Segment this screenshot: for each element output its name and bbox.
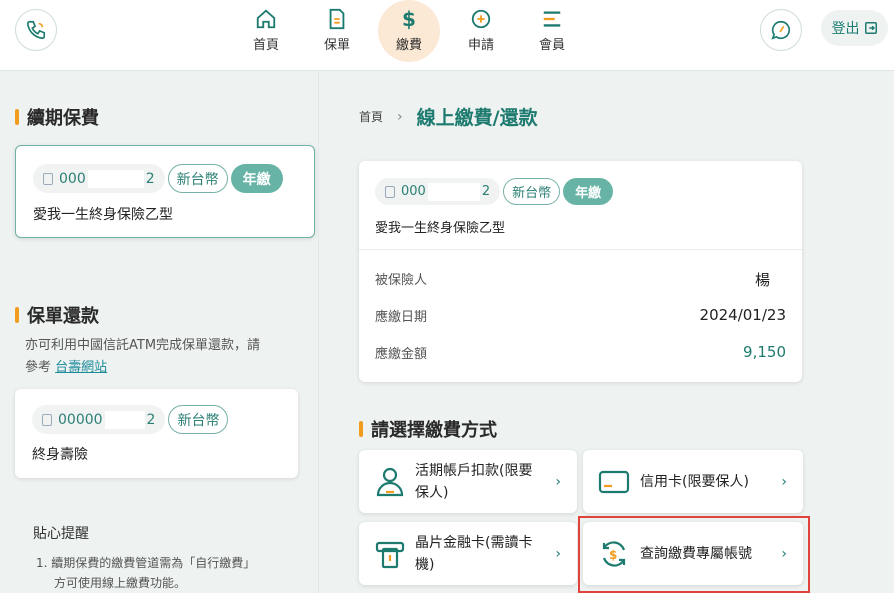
masked-number xyxy=(87,169,144,188)
insured-label: 被保險人 xyxy=(375,273,428,288)
pay-method-chip-card[interactable]: 晶片金融卡(需讀卡機) › xyxy=(359,522,577,585)
currency-tag: 新台幣 xyxy=(503,178,561,205)
policy-number-suffix: 2 xyxy=(481,184,491,199)
renewal-policy-card[interactable]: 000 2 新台幣 年繳 愛我一生終身保險乙型 xyxy=(15,145,315,238)
frequency-tag: 年繳 xyxy=(563,178,614,205)
breadcrumb: 首頁 › 線上繳費/還款 xyxy=(359,103,538,130)
tips-text: 1. 續期保費的繳費管道需為「自行繳費」 方可使用線上繳費功能。 xyxy=(36,553,255,593)
chat-bubble-icon xyxy=(771,20,790,40)
nav-policy[interactable]: 保單 xyxy=(307,0,367,62)
phone-button[interactable] xyxy=(15,9,57,51)
masked-number xyxy=(427,182,480,201)
chevron-right-icon: › xyxy=(555,545,561,562)
policy-number-chip: 00000 2 xyxy=(32,405,166,434)
logout-label: 登出 xyxy=(831,21,860,37)
highlight-box xyxy=(578,516,810,593)
document-icon xyxy=(329,8,345,30)
card-divider xyxy=(359,249,802,250)
amount-row: 應繳金額 9,150 xyxy=(375,343,786,362)
logout-button[interactable]: 登出 xyxy=(821,10,888,46)
policy-number-prefix: 000 xyxy=(59,170,86,187)
phone-icon xyxy=(26,20,46,40)
logout-icon xyxy=(864,22,877,34)
tips-line1: 1. 續期保費的繳費管道需為「自行繳費」 xyxy=(36,556,256,570)
policy-detail-card: 000 2 新台幣 年繳 愛我一生終身保險乙型 被保險人 楊 應繳日期 2024… xyxy=(359,161,802,382)
product-name: 終身壽險 xyxy=(32,447,88,463)
pay-method-label: 活期帳戶扣款(限要保人) xyxy=(415,462,533,501)
chevron-right-icon: › xyxy=(781,473,787,490)
nav-home[interactable]: 首頁 xyxy=(236,0,296,62)
currency-tag: 新台幣 xyxy=(167,164,228,193)
menu-icon xyxy=(543,11,561,27)
amount-value: 9,150 xyxy=(743,343,786,361)
nav-member[interactable]: 會員 xyxy=(522,0,582,62)
policy-doc-icon xyxy=(385,185,395,198)
nav-member-label: 會員 xyxy=(538,38,565,53)
product-name: 愛我一生終身保險乙型 xyxy=(33,207,173,223)
pay-method-credit-card[interactable]: 信用卡(限要保人) › xyxy=(583,450,803,513)
policy-number-chip: 000 2 xyxy=(33,164,165,193)
renewal-title-text: 續期保費 xyxy=(27,108,99,129)
top-header: 首頁 保單 $ 繳費 申請 會員 登出 xyxy=(0,0,894,71)
payment-method-title: 請選擇繳費方式 xyxy=(359,416,497,442)
credit-card-icon xyxy=(597,465,631,499)
title-accent-bar xyxy=(15,307,19,323)
nav-home-label: 首頁 xyxy=(252,38,279,53)
policy-number-prefix: 000 xyxy=(401,184,426,199)
tips-line2: 方可使用線上繳費功能。 xyxy=(54,576,187,590)
pay-method-label: 晶片金融卡(需讀卡機) xyxy=(415,534,533,573)
insured-value: 楊 xyxy=(754,271,770,289)
tips-title: 貼心提醒 xyxy=(33,526,89,542)
dollar-icon: $ xyxy=(402,7,416,31)
nav-apply-label: 申請 xyxy=(467,38,494,53)
renewal-section-title: 續期保費 xyxy=(15,104,99,130)
due-date-label: 應繳日期 xyxy=(375,310,428,325)
currency-tag: 新台幣 xyxy=(168,405,229,434)
taiwan-life-website-link[interactable]: 台壽網站 xyxy=(55,360,107,375)
masked-number xyxy=(104,410,145,429)
nav-policy-label: 保單 xyxy=(323,38,350,53)
due-date-value: 2024/01/23 xyxy=(699,306,786,324)
loan-note-line2: 參考 xyxy=(25,360,52,375)
card-reader-icon xyxy=(373,537,407,571)
policy-number-prefix: 00000 xyxy=(58,411,103,428)
policy-number-chip: 000 2 xyxy=(375,178,501,205)
policy-doc-icon xyxy=(42,413,52,426)
account-user-icon xyxy=(373,465,407,499)
due-date-row: 應繳日期 2024/01/23 xyxy=(375,306,786,325)
chevron-right-icon: › xyxy=(555,473,561,490)
insured-row: 被保險人 楊 xyxy=(375,269,786,290)
chat-button[interactable] xyxy=(760,9,802,51)
product-name: 愛我一生終身保險乙型 xyxy=(375,221,506,236)
nav-payment[interactable]: $ 繳費 xyxy=(378,0,440,62)
chevron-right-icon: › xyxy=(397,108,403,125)
loan-note: 亦可利用中國信託ATM完成保單還款，請 參考 台壽網站 xyxy=(25,335,305,379)
panel-divider xyxy=(318,71,319,593)
policy-doc-icon xyxy=(43,172,53,185)
pay-method-label: 信用卡(限要保人) xyxy=(640,473,749,490)
payment-method-title-text: 請選擇繳費方式 xyxy=(371,420,497,441)
policy-number-suffix: 2 xyxy=(145,170,155,187)
page-title: 線上繳費/還款 xyxy=(416,107,538,129)
frequency-tag: 年繳 xyxy=(230,164,283,193)
amount-label: 應繳金額 xyxy=(375,347,428,362)
title-accent-bar xyxy=(15,109,19,125)
loan-title-text: 保單還款 xyxy=(27,306,99,327)
breadcrumb-home-link[interactable]: 首頁 xyxy=(359,108,383,125)
nav-payment-label: 繳費 xyxy=(395,38,422,53)
loan-policy-card[interactable]: 00000 2 新台幣 終身壽險 xyxy=(15,389,298,478)
pay-method-bank-account[interactable]: 活期帳戶扣款(限要保人) › xyxy=(359,450,577,513)
loan-section-title: 保單還款 xyxy=(15,302,99,328)
policy-number-suffix: 2 xyxy=(146,411,156,428)
nav-apply[interactable]: 申請 xyxy=(451,0,511,62)
plus-circle-icon xyxy=(471,9,491,29)
loan-note-line1: 亦可利用中國信託ATM完成保單還款，請 xyxy=(25,338,261,353)
home-icon xyxy=(256,9,276,29)
title-accent-bar xyxy=(359,421,363,437)
